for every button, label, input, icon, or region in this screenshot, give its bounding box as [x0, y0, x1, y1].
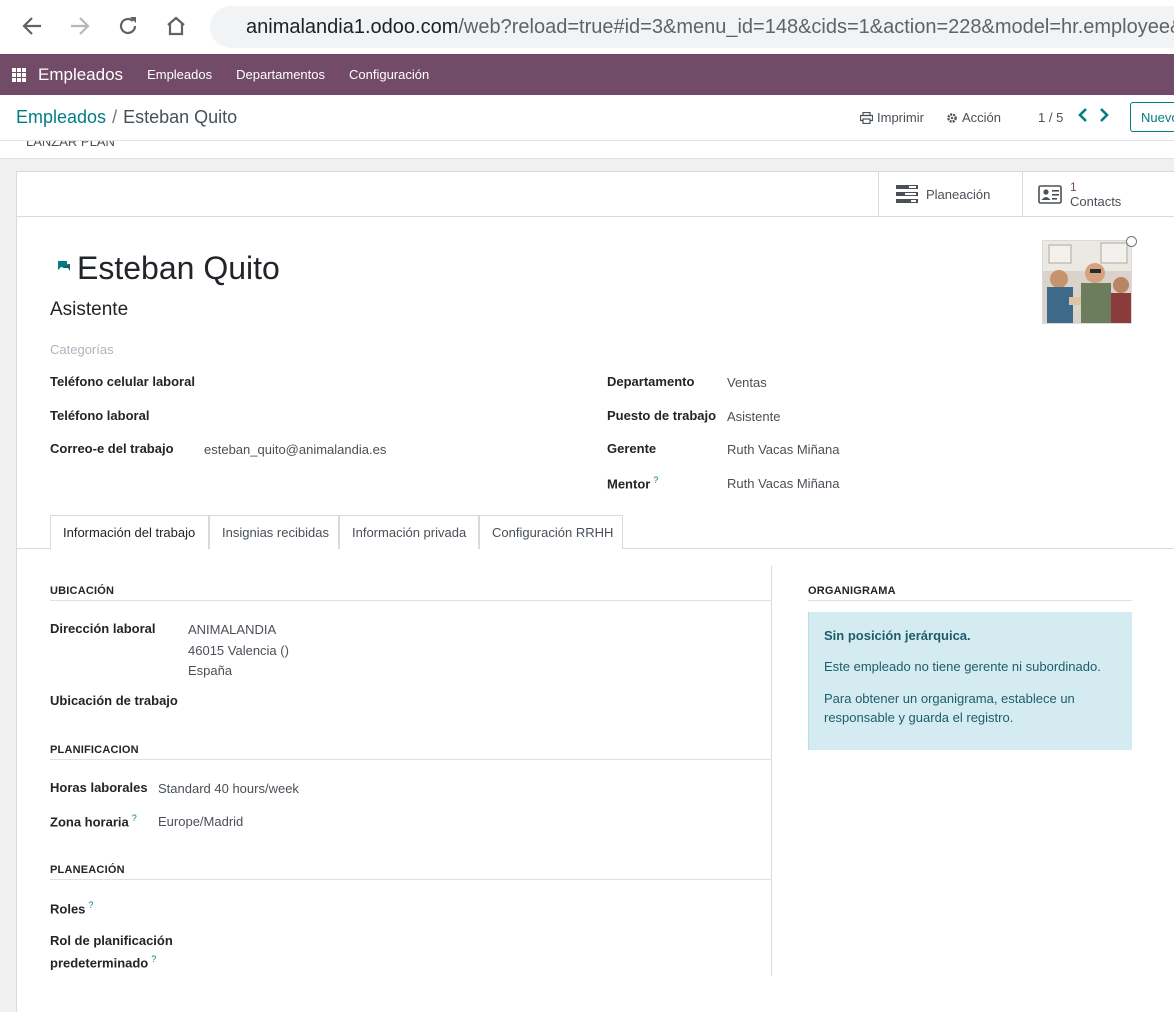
work-email-label: Correo-e del trabajo: [50, 441, 174, 456]
menu-employees[interactable]: Empleados: [147, 67, 212, 82]
work-phone-label: Teléfono laboral: [50, 408, 150, 423]
department-field[interactable]: Ventas: [727, 375, 767, 390]
tab-work-information[interactable]: Información del trabajo: [50, 515, 209, 550]
working-hours-label: Horas laborales: [50, 780, 148, 795]
default-role-label-line2-text: predeterminado: [50, 955, 149, 971]
planning-smart-button[interactable]: Planeación: [878, 172, 1022, 216]
work-address-line1[interactable]: ANIMALANDIA: [188, 622, 276, 637]
help-icon[interactable]: ?: [132, 813, 137, 823]
url-text: animalandia1.odoo.com/web?reload=true#id…: [246, 15, 1174, 38]
timezone-field[interactable]: Europe/Madrid: [158, 814, 243, 829]
menu-configuration[interactable]: Configuración: [349, 67, 429, 82]
help-icon[interactable]: ?: [151, 954, 156, 964]
print-label: Imprimir: [877, 110, 924, 125]
work-address-line2: 46015 Valencia (): [188, 643, 289, 658]
control-panel: Empleados / Esteban Quito Imprimir Acción …: [0, 95, 1174, 141]
action-button[interactable]: Acción: [946, 110, 1001, 125]
app-name[interactable]: Empleados: [38, 65, 123, 85]
planning-label: Planeación: [926, 186, 991, 202]
new-button[interactable]: Nuevo: [1130, 102, 1174, 132]
breadcrumb-parent[interactable]: Empleados: [16, 107, 106, 127]
breadcrumb: Empleados / Esteban Quito: [16, 107, 237, 128]
working-hours-field[interactable]: Standard 40 hours/week: [158, 781, 299, 796]
coach-field[interactable]: Ruth Vacas Miñana: [727, 476, 840, 491]
presence-status-icon: [1126, 236, 1137, 247]
org-chart-alert: Sin posición jerárquica. Este empleado n…: [808, 612, 1132, 750]
work-location-label: Ubicación de trabajo: [50, 693, 178, 708]
reload-icon[interactable]: [114, 12, 142, 40]
section-divider: [50, 759, 771, 760]
default-role-label-line2: predeterminado?: [50, 954, 173, 970]
help-icon[interactable]: ?: [88, 900, 93, 910]
default-role-label-line1: Rol de planificación: [50, 933, 173, 948]
help-icon[interactable]: ?: [653, 475, 658, 485]
browser-toolbar: animalandia1.odoo.com/web?reload=true#id…: [0, 0, 1174, 54]
forward-icon[interactable]: [66, 12, 94, 40]
breadcrumb-current: Esteban Quito: [123, 107, 238, 127]
coach-label-text: Mentor: [607, 476, 651, 492]
contacts-label: Contacts: [1070, 193, 1122, 209]
employee-photo-image: [1043, 241, 1131, 323]
contact-card-icon: [1038, 184, 1062, 204]
gear-icon: [947, 112, 957, 123]
tab-received-badges[interactable]: Insignias recibidas: [209, 515, 339, 549]
chevron-left-icon[interactable]: [1076, 107, 1090, 123]
roles-label: Roles?: [50, 900, 93, 916]
timezone-label: Zona horaria?: [50, 813, 137, 829]
back-icon[interactable]: [18, 12, 46, 40]
coach-label: Mentor?: [607, 475, 658, 491]
manager-label: Gerente: [607, 441, 657, 456]
contacts-smart-button[interactable]: 1 Contacts: [1022, 172, 1174, 216]
org-chart-alert-line1: Este empleado no tiene gerente ni subord…: [824, 659, 1101, 674]
column-divider: [771, 566, 772, 976]
contacts-count: 1: [1070, 179, 1077, 194]
smart-button-box: Planeación 1 Contacts: [17, 172, 1174, 217]
breadcrumb-separator: /: [112, 107, 118, 127]
mobile-phone-label: Teléfono celular laboral: [50, 374, 195, 389]
print-button[interactable]: Imprimir: [860, 110, 924, 125]
work-address-line3: España: [188, 663, 233, 678]
org-chart-alert-line2: Para obtener un organigrama, establece u…: [824, 691, 1075, 725]
print-icon: [860, 111, 873, 124]
tab-hr-settings[interactable]: Configuración RRHH: [479, 515, 623, 549]
status-bar: Lanzar plan: [0, 141, 1174, 159]
employee-photo[interactable]: [1042, 240, 1132, 324]
form-sheet: Planeación 1 Contacts Esteban Quito Asis…: [16, 171, 1174, 1012]
section-divider: [808, 600, 1132, 601]
address-bar[interactable]: animalandia1.odoo.com/web?reload=true#id…: [210, 6, 1174, 48]
org-chart-section-title: Organigrama: [808, 585, 896, 597]
tab-private-information[interactable]: Información privada: [339, 515, 479, 549]
apps-grid-icon[interactable]: [12, 67, 26, 82]
job-position-label: Puesto de trabajo: [607, 408, 717, 423]
launch-plan-button[interactable]: Lanzar plan: [26, 141, 115, 149]
work-address-label: Dirección laboral: [50, 621, 156, 636]
manager-field[interactable]: Ruth Vacas Miñana: [727, 442, 840, 457]
chat-bubble-icon[interactable]: [57, 260, 71, 272]
chevron-right-icon[interactable]: [1097, 107, 1111, 123]
section-divider: [50, 879, 771, 880]
default-role-label: Rol de planificación predeterminado?: [50, 933, 173, 970]
main-navbar: Empleados Empleados Departamentos Config…: [0, 54, 1174, 95]
job-title[interactable]: Asistente: [50, 299, 128, 321]
job-position-field[interactable]: Asistente: [727, 409, 780, 424]
location-section-title: Ubicación: [50, 585, 115, 597]
roles-label-text: Roles: [50, 901, 86, 917]
section-divider: [50, 600, 771, 601]
timezone-label-text: Zona horaria: [50, 814, 129, 830]
planning-section-title: Planeación: [50, 864, 125, 876]
schedule-section-title: Planificacion: [50, 744, 139, 756]
org-chart-alert-title: Sin posición jerárquica.: [824, 628, 971, 643]
tags-field[interactable]: Categorías: [50, 342, 114, 357]
planning-icon: [896, 185, 918, 203]
pager-value[interactable]: 1 / 5: [1038, 110, 1063, 125]
home-icon[interactable]: [162, 12, 190, 40]
menu-departments[interactable]: Departamentos: [236, 67, 325, 82]
department-label: Departamento: [607, 374, 695, 389]
work-email-field[interactable]: esteban_quito@animalandia.es: [204, 442, 386, 457]
action-label: Acción: [962, 110, 1002, 125]
employee-name[interactable]: Esteban Quito: [77, 250, 280, 287]
